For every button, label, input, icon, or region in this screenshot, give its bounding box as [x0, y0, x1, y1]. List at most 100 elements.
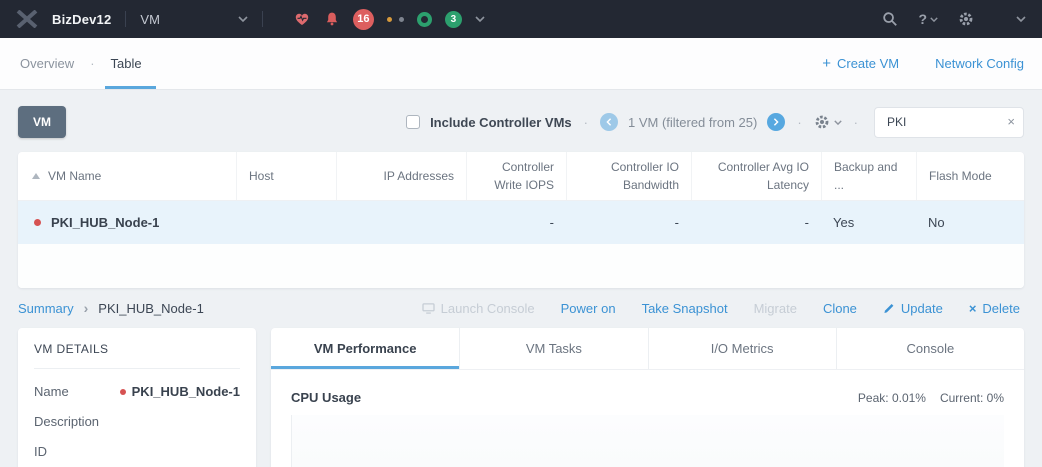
task-count-badge[interactable]: 3 [445, 11, 462, 28]
chevron-down-icon[interactable] [475, 15, 485, 23]
power-off-status-dot-icon [120, 389, 126, 395]
gear-icon [814, 114, 830, 130]
sort-asc-icon [32, 173, 40, 179]
user-menu-chevron-icon[interactable] [1016, 15, 1026, 23]
search-icon[interactable] [882, 11, 898, 27]
name-value: PKI_HUB_Node-1 [120, 384, 240, 399]
tab-table[interactable]: Table [109, 56, 144, 71]
description-label: Description [34, 414, 99, 429]
delete-button[interactable]: × Delete [969, 301, 1020, 316]
column-header-controller-avg-io-latency[interactable]: Controller Avg IO Latency [691, 152, 821, 200]
include-controller-vms-checkbox[interactable] [406, 115, 420, 129]
pager-next-button[interactable] [767, 113, 785, 131]
detail-panels: VM DETAILS Name PKI_HUB_Node-1 Descripti… [18, 328, 1024, 467]
network-config-button[interactable]: Network Config [935, 56, 1024, 71]
vm-details-title: VM DETAILS [34, 342, 240, 369]
backup-cell: Yes [821, 215, 916, 230]
network-config-label: Network Config [935, 56, 1024, 71]
heartbeat-icon[interactable] [293, 11, 311, 27]
controller-avg-io-latency-cell: - [691, 215, 821, 230]
brand-x-icon[interactable] [16, 10, 38, 28]
breadcrumb-chevron-icon: › [84, 300, 89, 316]
separator-dot: · [795, 115, 803, 130]
vm-scope-button[interactable]: VM [18, 106, 66, 138]
alerts-bell-icon[interactable] [324, 11, 340, 27]
tab-vm-tasks[interactable]: VM Tasks [459, 328, 647, 369]
controller-io-bandwidth-cell: - [566, 215, 691, 230]
column-header-flash-mode[interactable]: Flash Mode [916, 152, 1024, 200]
pencil-icon [883, 302, 895, 314]
column-header-backup[interactable]: Backup and ... [821, 152, 916, 200]
chevron-right-icon [772, 118, 780, 126]
filter-count-text: 1 VM (filtered from 25) [628, 115, 757, 130]
x-icon: × [969, 301, 977, 316]
help-menu[interactable]: ? [918, 11, 938, 27]
column-header-host[interactable]: Host [236, 152, 336, 200]
create-vm-label: Create VM [837, 56, 899, 71]
tab-io-metrics[interactable]: I/O Metrics [648, 328, 836, 369]
view-navbar: Overview · Table + Create VM Network Con… [0, 38, 1042, 90]
health-ok-ring-icon[interactable] [417, 12, 432, 27]
breadcrumb-summary-link[interactable]: Summary [18, 301, 74, 316]
column-header-vm-name[interactable]: VM Name [18, 167, 236, 185]
column-header-ip-addresses[interactable]: IP Addresses [336, 152, 466, 200]
vm-details-panel: VM DETAILS Name PKI_HUB_Node-1 Descripti… [18, 328, 256, 467]
vm-performance-panel: VM Performance VM Tasks I/O Metrics Cons… [271, 328, 1024, 467]
create-vm-button[interactable]: + Create VM [822, 55, 899, 72]
clone-button[interactable]: Clone [823, 301, 857, 316]
health-status-group: 16 3 [293, 9, 485, 30]
tab-vm-performance[interactable]: VM Performance [271, 328, 459, 369]
clear-search-icon[interactable]: × [1007, 114, 1015, 129]
plus-icon: + [822, 55, 831, 72]
chevron-down-icon [930, 16, 938, 23]
help-icon: ? [918, 11, 927, 27]
tab-overview[interactable]: Overview [18, 56, 76, 71]
power-on-button[interactable]: Power on [561, 301, 616, 316]
cpu-current-value: Current: 0% [940, 391, 1004, 405]
vm-name-cell[interactable]: PKI_HUB_Node-1 [18, 215, 236, 230]
separator-dot: · [852, 115, 860, 130]
column-settings-menu[interactable] [814, 114, 842, 130]
vm-search-input[interactable] [874, 107, 1024, 138]
cpu-peak-value: Peak: 0.01% [858, 391, 926, 405]
tab-console[interactable]: Console [836, 328, 1024, 369]
vm-table-header: VM Name Host IP Addresses Controller Wri… [18, 152, 1024, 201]
chevron-down-icon [238, 15, 248, 23]
topbar-right-group: ? [882, 11, 1026, 27]
detail-tabs: VM Performance VM Tasks I/O Metrics Cons… [271, 328, 1024, 370]
topbar: BizDev12 VM 16 3 ? [0, 0, 1042, 38]
entity-menu[interactable]: VM [140, 12, 248, 27]
console-monitor-icon [422, 303, 435, 314]
chevron-down-icon [834, 119, 842, 126]
alert-count-badge[interactable]: 16 [353, 9, 374, 30]
include-controller-vms-label: Include Controller VMs [430, 115, 572, 130]
id-label: ID [34, 444, 47, 459]
power-off-status-dot-icon [34, 219, 41, 226]
warning-dot-icon [387, 17, 392, 22]
entity-menu-label: VM [140, 12, 160, 27]
cpu-usage-title: CPU Usage [291, 390, 361, 405]
detail-row-description: Description [34, 414, 240, 429]
settings-gear-icon[interactable] [958, 11, 974, 27]
detail-row-name: Name PKI_HUB_Node-1 [34, 384, 240, 399]
cluster-name: BizDev12 [52, 12, 111, 27]
separator-dot: · [582, 115, 590, 130]
update-button[interactable]: Update [883, 301, 943, 316]
detail-row-id: ID [34, 444, 240, 459]
pager-prev-button[interactable] [600, 113, 618, 131]
breadcrumb-current-vm: PKI_HUB_Node-1 [98, 301, 204, 316]
table-empty-area [18, 244, 1024, 288]
tab-separator: · [90, 56, 94, 71]
table-toolbar: VM Include Controller VMs · 1 VM (filter… [0, 90, 1042, 152]
column-header-controller-write-iops[interactable]: Controller Write IOPS [466, 152, 566, 200]
table-row[interactable]: PKI_HUB_Node-1 - - - Yes No [18, 201, 1024, 244]
launch-console-button: Launch Console [422, 301, 535, 316]
column-header-controller-io-bandwidth[interactable]: Controller IO Bandwidth [566, 152, 691, 200]
controller-write-iops-cell: - [466, 215, 566, 230]
summary-bar: Summary › PKI_HUB_Node-1 Launch Console … [0, 288, 1042, 326]
name-label: Name [34, 384, 69, 399]
divider [262, 11, 263, 27]
info-dot-icon [399, 17, 404, 22]
migrate-button: Migrate [754, 301, 797, 316]
take-snapshot-button[interactable]: Take Snapshot [642, 301, 728, 316]
